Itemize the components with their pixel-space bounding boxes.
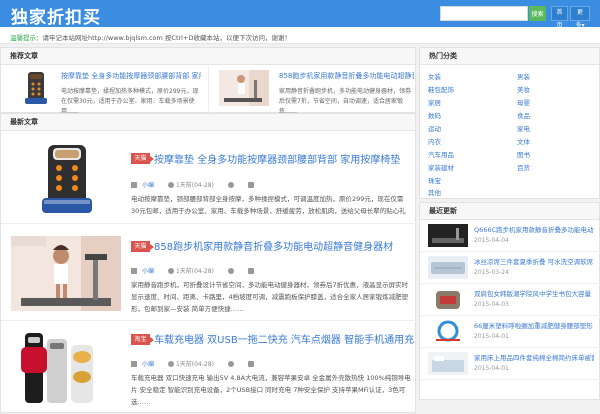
article-meta: 小编 1天前(04-28) bbox=[131, 359, 256, 368]
category-link[interactable]: 美妆 bbox=[517, 84, 530, 94]
featured-panel: 推荐文章 按摩靠垫 全身多功能按摩器颈部腰部背部 家用按摩椅垫 电动按摩靠垫，揉… bbox=[0, 47, 417, 115]
article-summary: 家用静音跑步机，可折叠设计节省空间，多功能电动健身器材，领券后7折优惠，液晶显示… bbox=[131, 281, 409, 313]
article-meta: 小编 1天前(04-28) bbox=[131, 180, 256, 189]
comment-icon[interactable] bbox=[247, 268, 254, 274]
featured-item[interactable]: 按摩靠垫 全身多功能按摩器颈部腰部背部 家用按摩椅垫 电动按摩靠垫，揉捏加热多种… bbox=[1, 66, 209, 115]
featured-title: 推荐文章 bbox=[1, 48, 415, 65]
category-link[interactable]: 食品 bbox=[517, 110, 530, 120]
categories-title: 热门分类 bbox=[420, 48, 599, 65]
car-charger-image[interactable] bbox=[11, 327, 121, 407]
backpack-thumbnail[interactable] bbox=[428, 288, 468, 311]
article-summary: 电动按摩靠垫，颈部腰部背部全身按摩，多种揉捏模式，可调温度加热，原价299元，现… bbox=[131, 195, 406, 215]
site-header: 独家折扣买 搜索 首页 更多▾ bbox=[0, 0, 600, 29]
user-icon bbox=[131, 268, 137, 274]
clock-icon bbox=[167, 182, 174, 188]
user-icon bbox=[131, 182, 137, 188]
treadmill-thumbnail[interactable] bbox=[219, 70, 269, 106]
article-item: 天猫 按摩靠垫 全身多功能按摩器颈部腰部背部 家用按摩椅垫 小编 1天前(04-… bbox=[1, 132, 417, 224]
article-item: 天猫 858跑步机家用款静音折叠多功能电动超静音健身器材 小编 1天前(04-2… bbox=[1, 224, 417, 321]
category-link[interactable]: 其他 bbox=[428, 187, 441, 197]
featured-item-title[interactable]: 858跑步机家用款静音折叠多功能电动超静音健身器材 bbox=[279, 71, 414, 81]
category-link[interactable]: 家居 bbox=[428, 97, 441, 107]
article-title[interactable]: 车载充电器 双USB一拖二快充 汽车点烟器 智能手机通用充电 bbox=[154, 331, 414, 346]
category-link[interactable]: 女装 bbox=[428, 71, 441, 81]
recent-item-date: 2015-04-04 bbox=[474, 237, 509, 244]
featured-item[interactable]: 858跑步机家用款静音折叠多功能电动超静音健身器材 家用静音折叠跑步机，多功能电… bbox=[209, 66, 417, 115]
article-summary: 车载充电器 双口快速充电 输出5V 4.8A大电流，兼容苹果安卓 全金属外壳散热… bbox=[131, 374, 411, 406]
recent-item[interactable]: 66厘米塑料呼啦圈加重减肥健身腰部塑形 2015-04-01 bbox=[420, 317, 600, 348]
comment-icon[interactable] bbox=[247, 182, 254, 188]
site-logo[interactable]: 独家折扣买 bbox=[11, 3, 101, 28]
category-link[interactable]: 家装建材 bbox=[428, 162, 454, 172]
eye-icon bbox=[227, 268, 234, 274]
article-item: 淘宝 车载充电器 双USB一拖二快充 汽车点烟器 智能手机通用充电 小编 1天前… bbox=[1, 321, 417, 414]
article-meta: 小编 1天前(04-28) bbox=[131, 266, 256, 275]
user-icon bbox=[131, 361, 137, 367]
article-author[interactable]: 小编 bbox=[142, 182, 154, 189]
category-link[interactable]: 数码 bbox=[428, 110, 441, 120]
categories-panel: 热门分类 女装 男装 鞋包配饰 美妆 家居 母婴 数码 食品 运动 家电 内衣 … bbox=[419, 47, 600, 199]
recent-item-title[interactable]: Q666C跑步机家用款静音折叠多功能电动健身 bbox=[474, 224, 594, 234]
recent-item-date: 2015-04-03 bbox=[474, 301, 509, 308]
category-link[interactable]: 珠宝 bbox=[428, 175, 441, 185]
treadmill-thumbnail[interactable] bbox=[428, 224, 468, 247]
source-badge: 淘宝 bbox=[131, 334, 154, 345]
category-link[interactable]: 百货 bbox=[517, 162, 530, 172]
recent-item[interactable]: 家用床上用品四件套纯棉全棉简约床单被套 2015-04-01 bbox=[420, 349, 600, 380]
bedding-thumbnail[interactable] bbox=[428, 352, 468, 375]
eye-icon bbox=[227, 182, 234, 188]
article-time: 1天前(04-28) bbox=[175, 182, 214, 189]
article-title[interactable]: 858跑步机家用款静音折叠多功能电动超静音健身器材 bbox=[154, 238, 414, 253]
recent-item-date: 2015-04-01 bbox=[474, 365, 509, 372]
category-link[interactable]: 内衣 bbox=[428, 136, 441, 146]
source-badge: 天猫 bbox=[131, 153, 154, 164]
recent-item-date: 2015-03-24 bbox=[474, 269, 509, 276]
comment-icon[interactable] bbox=[247, 361, 254, 367]
recent-item-title[interactable]: 66厘米塑料呼啦圈加重减肥健身腰部塑形 bbox=[474, 320, 594, 330]
category-link[interactable]: 运动 bbox=[428, 123, 441, 133]
massage-cushion-image[interactable] bbox=[11, 142, 121, 217]
home-button[interactable]: 首页 bbox=[551, 6, 568, 29]
article-time: 1天前(04-28) bbox=[175, 268, 214, 275]
recent-title: 最近更新 bbox=[420, 203, 599, 220]
treadmill-image[interactable] bbox=[11, 236, 121, 311]
category-link[interactable]: 鞋包配饰 bbox=[428, 84, 454, 94]
recent-item-date: 2015-04-01 bbox=[474, 333, 509, 340]
latest-title: 最新文章 bbox=[1, 114, 415, 131]
clock-icon bbox=[167, 268, 174, 274]
featured-item-title[interactable]: 按摩靠垫 全身多功能按摩器颈部腰部背部 家用按摩椅垫 bbox=[61, 71, 201, 81]
latest-panel: 最新文章 天猫 按摩靠垫 全身多功能按摩器颈部腰部背部 家用按摩椅垫 小编 1天… bbox=[0, 113, 417, 414]
search-input[interactable] bbox=[440, 6, 528, 21]
mat-thumbnail[interactable] bbox=[428, 256, 468, 279]
article-title[interactable]: 按摩靠垫 全身多功能按摩器颈部腰部背部 家用按摩椅垫 bbox=[154, 151, 414, 166]
notice-bar: 温馨提示：请牢记本站网址http://www.bjqlsm.com 按Ctrl+… bbox=[0, 27, 600, 44]
massage-cushion-thumbnail[interactable] bbox=[11, 70, 61, 106]
source-badge: 天猫 bbox=[131, 241, 154, 252]
category-link[interactable]: 母婴 bbox=[517, 97, 530, 107]
recent-item[interactable]: 冰丝凉席三件套夏季折叠 可水洗空调软席 2015-03-24 bbox=[420, 253, 600, 284]
category-link[interactable]: 图书 bbox=[517, 149, 530, 159]
recent-item[interactable]: Q666C跑步机家用款静音折叠多功能电动健身 2015-04-04 bbox=[420, 221, 600, 252]
search-button[interactable]: 搜索 bbox=[529, 6, 546, 21]
more-menu-button[interactable]: 更多▾ bbox=[570, 6, 590, 29]
category-link[interactable]: 男装 bbox=[517, 71, 530, 81]
article-author[interactable]: 小编 bbox=[142, 268, 154, 275]
eye-icon bbox=[227, 361, 234, 367]
clock-icon bbox=[167, 361, 174, 367]
recent-item-title[interactable]: 冰丝凉席三件套夏季折叠 可水洗空调软席 bbox=[474, 256, 594, 266]
article-author[interactable]: 小编 bbox=[142, 361, 154, 368]
notice-label: 温馨提示： bbox=[10, 34, 43, 42]
recent-item[interactable]: 双肩包女韩版潮学院风中学生书包大容量 2015-04-03 bbox=[420, 285, 600, 316]
hula-hoop-thumbnail[interactable] bbox=[428, 320, 468, 343]
category-link[interactable]: 汽车用品 bbox=[428, 149, 454, 159]
recent-item-title[interactable]: 双肩包女韩版潮学院风中学生书包大容量 bbox=[474, 288, 594, 298]
notice-text: 请牢记本站网址http://www.bjqlsm.com 按Ctrl+D收藏本站… bbox=[42, 34, 291, 42]
category-link[interactable]: 家电 bbox=[517, 123, 530, 133]
article-time: 1天前(04-28) bbox=[175, 361, 214, 368]
recent-item-title[interactable]: 家用床上用品四件套纯棉全棉简约床单被套 bbox=[474, 352, 594, 362]
category-link[interactable]: 文体 bbox=[517, 136, 530, 146]
recent-panel: 最近更新 Q666C跑步机家用款静音折叠多功能电动健身 2015-04-04 冰… bbox=[419, 202, 600, 400]
